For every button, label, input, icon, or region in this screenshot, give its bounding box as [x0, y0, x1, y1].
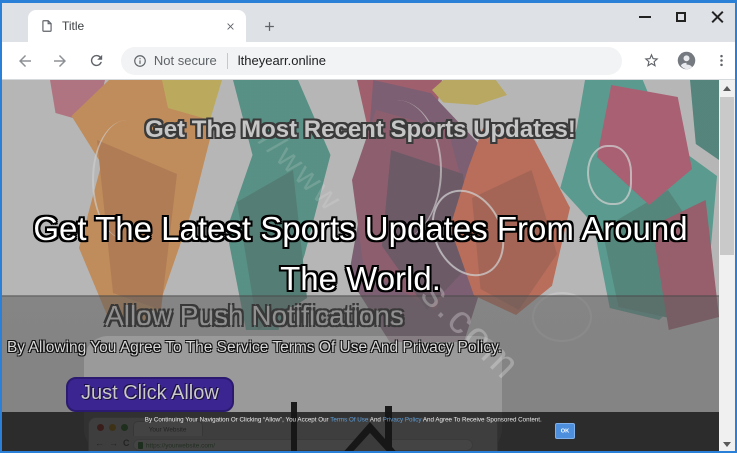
toolbar-right	[630, 48, 735, 74]
window-controls	[627, 3, 735, 31]
page-favicon-icon	[40, 19, 54, 33]
profile-avatar-icon[interactable]	[674, 48, 700, 74]
consent-text-suffix: And Agree To Receive Sponsored Content.	[423, 416, 542, 423]
terms-of-use-link[interactable]: Terms Of Use	[330, 416, 368, 423]
reload-button[interactable]	[83, 48, 109, 74]
browser-tab[interactable]: Title	[28, 10, 246, 42]
allow-subtext: By Allowing You Agree To The Service Ter…	[2, 339, 507, 357]
navigation-toolbar: Not secure ltheyearr.online	[2, 42, 735, 80]
just-click-allow-button[interactable]: Just Click Allow	[66, 377, 234, 412]
minimize-button[interactable]	[627, 3, 663, 31]
allow-heading: Allow Push Notifications	[2, 300, 507, 332]
scrollbar-up-arrow[interactable]	[719, 80, 735, 97]
tab-title: Title	[62, 19, 222, 33]
main-heading-line1: Get The Latest Sports Updates From Aroun…	[2, 204, 719, 254]
ok-button-label: OK	[561, 426, 569, 436]
allow-section: Allow Push Notifications By Allowing You…	[2, 300, 507, 357]
main-heading-line2: The World.	[2, 254, 719, 304]
tab-strip: Title	[2, 3, 735, 42]
consent-text-middle: And	[370, 416, 381, 423]
tab-close-icon[interactable]	[222, 18, 238, 34]
bookmark-star-icon[interactable]	[639, 48, 665, 74]
hero-title: Get The Most Recent Sports Updates!	[2, 116, 719, 144]
consent-text-prefix: By Continuing Your Navigation Or Clickin…	[145, 416, 329, 423]
ok-button[interactable]: OK	[555, 423, 575, 439]
security-label: Not secure	[154, 53, 217, 68]
consent-bar: By Continuing Your Navigation Or Clickin…	[2, 412, 719, 453]
new-tab-button[interactable]	[258, 15, 280, 37]
url-text[interactable]: ltheyearr.online	[238, 53, 326, 68]
forward-button[interactable]	[48, 48, 74, 74]
info-icon[interactable]	[133, 54, 147, 68]
address-bar[interactable]: Not secure ltheyearr.online	[121, 47, 622, 75]
maximize-button[interactable]	[663, 3, 699, 31]
main-heading: Get The Latest Sports Updates From Aroun…	[2, 204, 719, 304]
consent-text: By Continuing Your Navigation Or Clickin…	[145, 416, 519, 424]
scrollbar-down-arrow[interactable]	[719, 436, 735, 453]
menu-dots-icon[interactable]	[709, 48, 735, 74]
page-scrollbar[interactable]	[719, 80, 735, 453]
privacy-policy-link[interactable]: Privacy Policy	[383, 416, 422, 423]
browser-window: Title Not secure ltheyearr.onlin	[0, 0, 737, 453]
scrollbar-thumb[interactable]	[720, 97, 734, 255]
page-content: ://www s.com Get The Most Recent Sports …	[2, 80, 719, 453]
back-button[interactable]	[12, 48, 38, 74]
omnibox-divider	[227, 53, 228, 69]
close-button[interactable]	[699, 3, 735, 31]
